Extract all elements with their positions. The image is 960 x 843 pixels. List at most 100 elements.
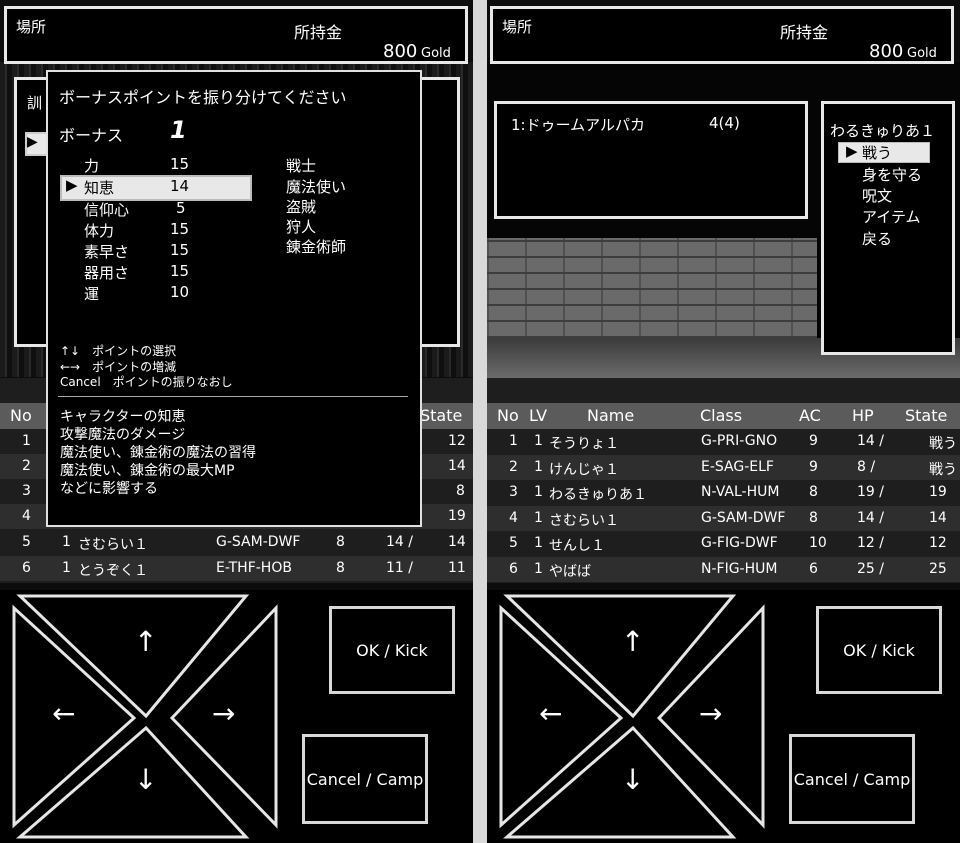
cell-hp: 8 / — [857, 458, 876, 475]
cell-ac: 8 — [809, 484, 818, 501]
command-spell[interactable]: 呪文 — [862, 185, 892, 206]
col-no: No — [10, 406, 32, 425]
cell-no: 2 — [509, 458, 518, 475]
cell-no: 5 — [509, 535, 518, 552]
cell-hp: 25 / — [857, 561, 884, 577]
arrow-right-icon: → — [212, 697, 236, 730]
cell-state: 戦う — [929, 461, 957, 478]
description-line: 攻撃魔法のダメージ — [60, 427, 186, 443]
command-defend[interactable]: 身を守る — [862, 164, 922, 185]
party-table: No LV Name Class AC HP State 1 1 そうりょ１ G-PR… — [487, 378, 960, 583]
cell-ac: 9 — [809, 433, 818, 449]
cancel-camp-button[interactable]: Cancel / Camp — [302, 734, 428, 824]
arrow-down-icon: ↓ — [134, 763, 158, 796]
gold-label: 所持金 — [780, 23, 829, 42]
ok-kick-button[interactable]: OK / Kick — [329, 606, 455, 694]
cursor-icon: ▶ — [66, 176, 78, 194]
cell-lv: 1 — [534, 561, 543, 577]
col-no: No — [497, 406, 519, 425]
cell-cls: E-SAG-ELF — [701, 458, 774, 475]
arrow-left-icon: ← — [52, 697, 76, 730]
command-fight[interactable]: 戦う — [862, 142, 892, 163]
col-hp: HP — [852, 406, 874, 425]
col-class: Class — [700, 406, 743, 425]
col-lv: LV — [529, 406, 548, 425]
cell-lv: 1 — [534, 458, 543, 475]
cell-cls: G-SAM-DWF — [701, 509, 786, 526]
gold-unit: Gold — [907, 46, 937, 61]
divider — [58, 396, 408, 397]
place-label: 場所 — [16, 18, 47, 36]
table-row[interactable]: 5 1 せんし１ G-FIG-DWF 10 12 / 12 — [487, 531, 960, 556]
cell-no: 1 — [509, 433, 518, 449]
table-row[interactable]: 1 1 そうりょ１ G-PRI-GNO 9 14 / 戦う — [487, 429, 960, 454]
bonus-point-dialog: ボーナスポイントを振り分けてください ボーナス 1 ▶ 力 15 知恵 14 信仰心… — [46, 70, 422, 527]
class-thief: 盗賊 — [286, 198, 317, 216]
arrow-up-icon: ↑ — [134, 625, 158, 658]
control-pad: ↑ ↓ ← → OK / Kick Cancel / Camp — [0, 590, 473, 843]
actor-name: わるきゅりあ１ — [830, 122, 936, 140]
cell-ac: 6 — [809, 561, 818, 577]
cell-state: 戦う — [929, 436, 957, 452]
control-pad: ↑ ↓ ← → OK / Kick Cancel / Camp — [487, 590, 960, 843]
cell-no: 6 — [509, 561, 518, 577]
status-header: 場所 所持金 800 Gold — [4, 6, 468, 64]
status-header: 場所 所持金 800 Gold — [490, 6, 954, 64]
cell-no: 3 — [509, 484, 518, 501]
cell-name: そうりょ１ — [549, 436, 619, 452]
arrow-up-icon: ↑ — [621, 625, 645, 658]
col-state: State — [905, 406, 948, 425]
table-row[interactable]: 6 1 やばば N-FIG-HUM 6 25 /25 — [487, 557, 960, 582]
dpad-down[interactable] — [15, 725, 250, 839]
table-row[interactable]: 3 1 わるきゅりあ１ N-VAL-HUM 8 19 / 19 — [487, 480, 960, 505]
ok-kick-button[interactable]: OK / Kick — [816, 606, 942, 694]
cell-name: わるきゅりあ１ — [549, 487, 647, 504]
table-header: No LV Name Class AC HP State — [487, 403, 960, 429]
bonus-label: ボーナス — [59, 126, 124, 145]
cell-cls: G-PRI-GNO — [701, 433, 778, 449]
cell-name: せんし１ — [549, 538, 605, 555]
cell-cls: G-FIG-DWF — [701, 535, 778, 552]
table-row[interactable]: 6 1 とうぞく１ E-THF-HOB 8 11 / 11 — [0, 556, 473, 581]
cell-cls: N-VAL-HUM — [701, 484, 780, 501]
cell-cls: N-FIG-HUM — [701, 561, 778, 577]
command-window: わるきゅりあ１ ▶ 戦う 身を守る 呪文 アイテム 戻る — [821, 101, 955, 355]
gold-value: 800 — [869, 41, 904, 62]
cell-hp: 12 / — [857, 535, 884, 552]
right-screen: 場所 所持金 800 Gold 1:ドゥームアルパカ 4(4) わるきゅりあ１ … — [487, 0, 960, 843]
class-ranger: 狩人 — [286, 218, 317, 236]
description-line: などに影響する — [60, 481, 158, 497]
cell-lv: 1 — [534, 509, 543, 526]
left-screen: 場所 所持金 800 Gold 訓 ▶ No State 1 12 2 14 38 … — [0, 0, 473, 843]
arrow-down-icon: ↓ — [621, 763, 645, 796]
command-back[interactable]: 戻る — [862, 228, 892, 249]
cell-name: けんじゃ１ — [549, 461, 619, 478]
class-mage: 魔法使い — [286, 178, 347, 196]
table-row[interactable]: 4 1 さむらい１ G-SAM-DWF 8 14 / 14 — [487, 505, 960, 531]
cell-ac: 8 — [809, 509, 818, 526]
cursor-icon: ▶ — [846, 142, 858, 160]
cell-ac: 10 — [809, 535, 827, 552]
cell-ac: 9 — [809, 458, 818, 475]
help-reset: Cancel ポイントの振りなおし — [60, 375, 233, 389]
cell-state: 14 — [929, 509, 947, 526]
description-line: 魔法使い、錬金術の魔法の習得 — [60, 445, 256, 461]
enemy-group-name: 1:ドゥームアルパカ — [511, 116, 645, 134]
enemy-window: 1:ドゥームアルパカ 4(4) — [494, 101, 808, 219]
table-row[interactable]: 5 1 さむらい１ G-SAM-DWF 8 14 / 14 — [0, 530, 473, 555]
command-item[interactable]: アイテム — [862, 206, 921, 227]
dpad-down[interactable] — [502, 725, 737, 839]
cell-lv: 1 — [534, 433, 543, 449]
gold-unit: Gold — [421, 46, 451, 61]
cancel-camp-button[interactable]: Cancel / Camp — [789, 734, 915, 824]
cell-hp: 14 / — [857, 433, 884, 449]
arrow-right-icon: → — [699, 697, 723, 730]
training-label-partial: 訓 — [27, 94, 43, 112]
cell-no: 4 — [509, 509, 518, 526]
table-row[interactable]: 2 1 けんじゃ１ E-SAG-ELF 9 8 / 戦う — [487, 454, 960, 480]
place-label: 場所 — [502, 18, 533, 36]
gold-value: 800 — [383, 41, 418, 62]
dungeon-wall — [487, 238, 817, 338]
col-name: Name — [587, 406, 635, 425]
help-select: ↑↓ ポイントの選択 — [60, 344, 177, 358]
